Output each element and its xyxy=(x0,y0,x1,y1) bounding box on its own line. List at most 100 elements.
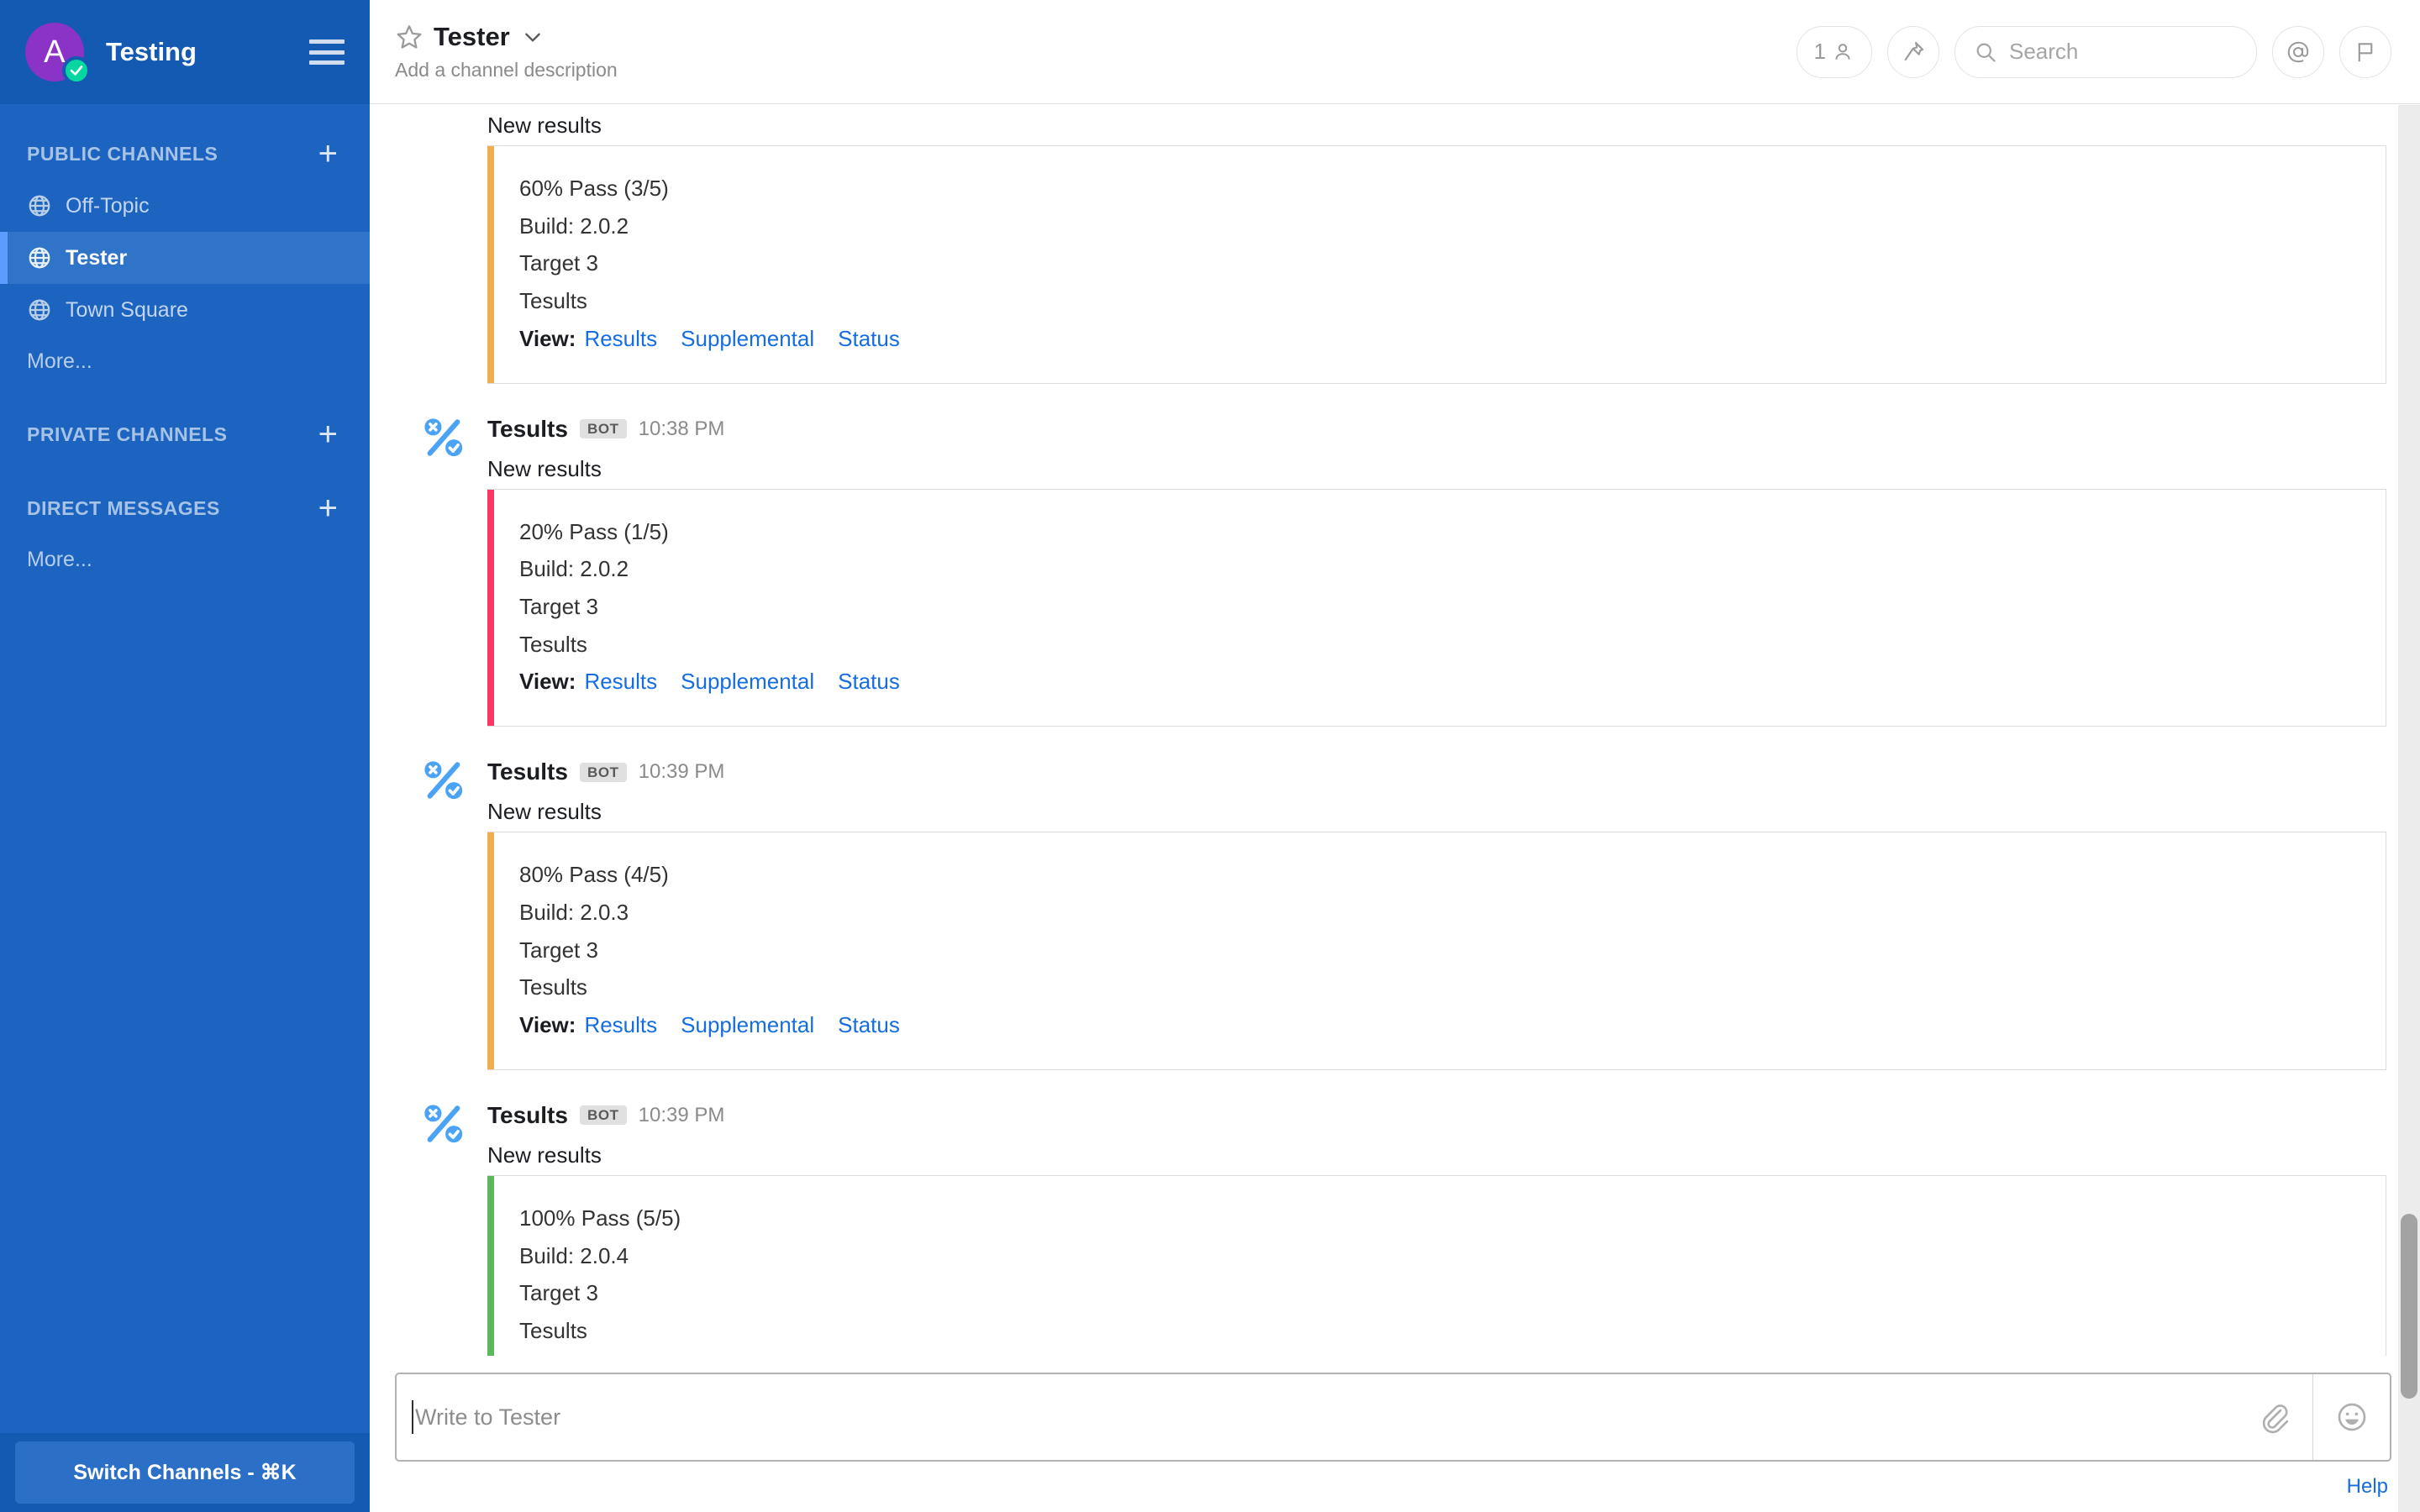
result-attachment: 80% Pass (4/5) Build: 2.0.3 Target 3 Tes… xyxy=(487,832,2386,1070)
pinned-posts-button[interactable] xyxy=(1887,25,1939,78)
post-item: Tesults BOT 10:38 PM New results 20% Pas… xyxy=(395,411,2391,727)
post-header: Tesults BOT 10:39 PM xyxy=(487,753,2391,790)
section-title-private: PRIVATE CHANNELS xyxy=(27,423,228,445)
scrollbar-thumb[interactable] xyxy=(2401,1214,2417,1399)
link-supplemental[interactable]: Supplemental xyxy=(681,1012,814,1037)
attachment-content: 20% Pass (1/5) Build: 2.0.2 Target 3 Tes… xyxy=(494,490,2386,727)
result-attachment: 20% Pass (1/5) Build: 2.0.2 Target 3 Tes… xyxy=(487,488,2386,727)
link-status[interactable]: Status xyxy=(838,1012,900,1037)
post-author[interactable]: Tesults xyxy=(487,416,568,443)
post-item: New results 60% Pass (3/5) Build: 2.0.2 … xyxy=(395,113,2391,384)
link-supplemental[interactable]: Supplemental xyxy=(681,326,814,351)
hamburger-menu-icon[interactable] xyxy=(309,39,345,65)
star-icon[interactable] xyxy=(395,23,424,51)
emoji-picker-button[interactable] xyxy=(2312,1374,2390,1460)
help-link[interactable]: Help xyxy=(2347,1475,2388,1499)
attachment-actions: View:ResultsSupplementalStatus xyxy=(519,1350,2386,1357)
more-direct-messages-link[interactable]: More... xyxy=(0,534,370,585)
message-input[interactable]: Write to Tester xyxy=(397,1374,2235,1460)
saved-posts-button[interactable] xyxy=(2339,25,2391,78)
post-timestamp[interactable]: 10:39 PM xyxy=(639,1104,725,1127)
attachment-accent-bar xyxy=(487,489,494,727)
chevron-down-icon[interactable] xyxy=(522,26,544,48)
build-version: Build: 2.0.2 xyxy=(519,213,629,239)
pin-icon xyxy=(1904,41,1924,60)
member-count: 1 xyxy=(1813,39,1826,64)
message-composer[interactable]: Write to Tester xyxy=(395,1373,2391,1462)
post-timestamp[interactable]: 10:39 PM xyxy=(639,760,725,784)
bot-avatar[interactable] xyxy=(420,1100,467,1147)
attachment-actions: View: Results Supplemental Status xyxy=(519,663,2386,701)
message-input-placeholder: Write to Tester xyxy=(415,1404,561,1430)
main-panel: Tester Add a channel description 1 Searc… xyxy=(370,0,2420,1512)
recent-mentions-button[interactable] xyxy=(2272,25,2324,78)
view-label: View: xyxy=(519,1012,576,1038)
post-author[interactable]: Tesults xyxy=(487,1102,568,1129)
pass-rate: 60% Pass (3/5) xyxy=(519,176,669,201)
build-version: Build: 2.0.2 xyxy=(519,556,629,582)
member-count-button[interactable]: 1 xyxy=(1796,25,1872,78)
sidebar-item-label: Tester xyxy=(66,245,128,270)
sidebar-item-town-square[interactable]: Town Square xyxy=(0,284,370,336)
source-name: Tesults xyxy=(519,974,587,1000)
more-public-channels-link[interactable]: More... xyxy=(0,336,370,386)
post-timestamp[interactable]: 10:38 PM xyxy=(639,417,725,441)
avatar[interactable]: A xyxy=(25,23,91,85)
message-list[interactable]: New results 60% Pass (3/5) Build: 2.0.2 … xyxy=(370,104,2420,1356)
bot-badge: BOT xyxy=(579,419,627,439)
section-public-channels: PUBLIC CHANNELS + xyxy=(0,128,370,180)
paperclip-icon xyxy=(2262,1404,2289,1434)
pass-rate: 100% Pass (5/5) xyxy=(519,1205,681,1231)
link-status[interactable]: Status xyxy=(838,669,900,694)
build-version: Build: 2.0.4 xyxy=(519,1242,629,1268)
result-attachment: 60% Pass (3/5) Build: 2.0.2 Target 3 Tes… xyxy=(487,145,2386,384)
search-box[interactable]: Search xyxy=(1954,25,2257,78)
add-private-channel-button[interactable]: + xyxy=(315,417,341,451)
attachment-actions: View: Results Supplemental Status xyxy=(519,1006,2386,1044)
link-supplemental[interactable]: Supplemental xyxy=(681,669,814,694)
attach-file-button[interactable] xyxy=(2235,1374,2312,1460)
switch-channels-button[interactable]: Switch Channels - ⌘K xyxy=(15,1441,355,1504)
post-message: New results xyxy=(487,113,602,138)
sidebar-item-tester[interactable]: Tester xyxy=(0,232,370,284)
online-status-icon xyxy=(62,56,91,85)
channel-header-actions: 1 Search xyxy=(1796,25,2391,78)
link-results[interactable]: Results xyxy=(584,326,657,351)
post-message: New results xyxy=(487,799,602,825)
globe-icon xyxy=(29,299,50,321)
post-item: Tesults BOT 10:39 PM New results 80% Pas… xyxy=(395,753,2391,1070)
view-label: View: xyxy=(519,669,576,695)
message-list-scrollbar[interactable] xyxy=(2398,105,2420,1512)
source-name: Tesults xyxy=(519,288,587,314)
attachment-accent-bar xyxy=(487,832,494,1069)
section-title-direct-messages: DIRECT MESSAGES xyxy=(27,496,220,519)
sidebar-item-label: Town Square xyxy=(66,297,188,322)
target: Target 3 xyxy=(519,594,598,620)
bot-avatar[interactable] xyxy=(420,757,467,804)
page-title[interactable]: Tester xyxy=(434,22,510,52)
emoji-icon xyxy=(2338,1403,2365,1431)
link-results[interactable]: Results xyxy=(584,669,657,694)
sidebar-item-off-topic[interactable]: Off-Topic xyxy=(0,180,370,232)
target: Target 3 xyxy=(519,1280,598,1306)
link-results[interactable]: Results xyxy=(584,1012,657,1037)
pass-rate: 80% Pass (4/5) xyxy=(519,862,669,888)
pass-rate: 20% Pass (1/5) xyxy=(519,518,669,544)
post-author[interactable]: Tesults xyxy=(487,759,568,785)
view-label: View: xyxy=(519,325,576,351)
channel-description[interactable]: Add a channel description xyxy=(395,59,618,81)
channel-header: Tester Add a channel description 1 Searc… xyxy=(370,0,2420,104)
team-header[interactable]: A Testing xyxy=(0,0,370,104)
add-direct-message-button[interactable]: + xyxy=(315,491,341,525)
link-status[interactable]: Status xyxy=(838,326,900,351)
add-public-channel-button[interactable]: + xyxy=(315,137,341,171)
search-input[interactable]: Search xyxy=(2009,39,2078,65)
section-private-channels: PRIVATE CHANNELS + xyxy=(0,408,370,460)
build-version: Build: 2.0.3 xyxy=(519,899,629,925)
at-mention-icon xyxy=(2287,41,2309,62)
attachment-content: 80% Pass (4/5) Build: 2.0.3 Target 3 Tes… xyxy=(494,832,2386,1069)
attachment-accent-bar xyxy=(487,1175,494,1356)
bot-avatar[interactable] xyxy=(420,414,467,461)
